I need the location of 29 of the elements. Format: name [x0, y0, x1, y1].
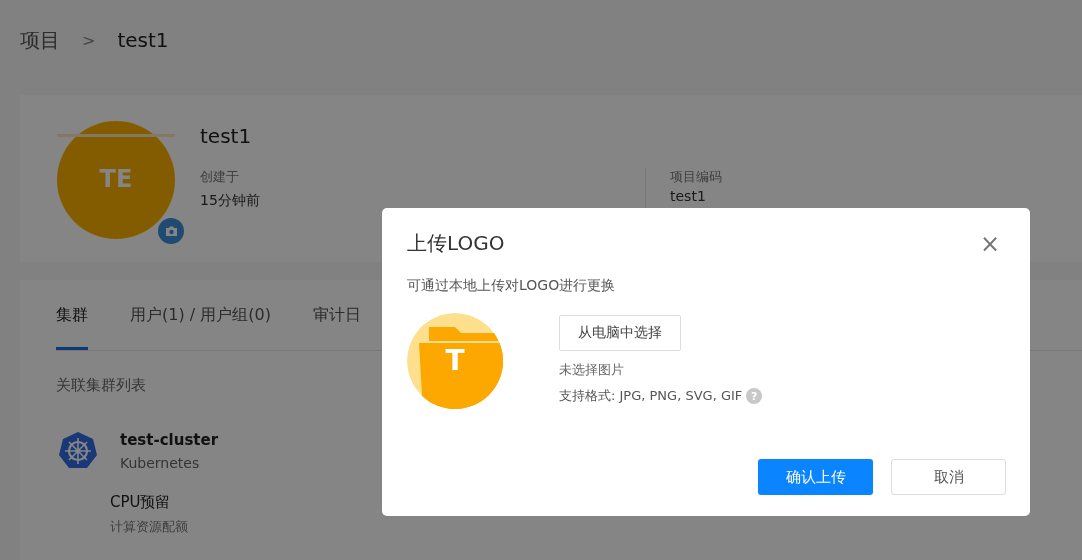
tab[interactable]: 集群	[56, 280, 88, 350]
camera-button[interactable]	[158, 218, 184, 244]
code-label: 项目编码	[670, 168, 722, 186]
tab[interactable]: 审计日	[312, 280, 361, 350]
breadcrumb-link[interactable]: 项目	[20, 26, 60, 54]
choose-file-button[interactable]: 从电脑中选择	[559, 315, 681, 351]
breadcrumb-separator: >	[82, 30, 96, 50]
tab[interactable]: 用户(1) / 用户组(0)	[130, 280, 271, 350]
dialog-description: 可通过本地上传对LOGO进行更换	[407, 277, 617, 295]
project-avatar: TE	[57, 121, 175, 239]
file-status: 未选择图片	[559, 361, 625, 379]
camera-icon	[164, 225, 178, 237]
quota-subtitle: 计算资源配额	[110, 518, 189, 536]
breadcrumb-current: test1	[117, 28, 169, 52]
quota-title: CPU预留	[110, 493, 172, 512]
code-value: test1	[670, 188, 707, 204]
cancel-button[interactable]: 取消	[891, 459, 1006, 495]
close-button[interactable]: ×	[973, 231, 1006, 256]
confirm-button[interactable]: 确认上传	[758, 459, 873, 495]
created-value: 15分钟前	[200, 192, 261, 210]
dialog-title: 上传LOGO	[407, 230, 505, 257]
helm-wheel-icon	[58, 431, 98, 471]
cluster-name: test-cluster	[120, 431, 219, 449]
supported-formats: 支持格式: JPG, PNG, SVG, GIF	[559, 387, 743, 405]
section-title: 关联集群列表	[56, 376, 147, 395]
created-label: 创建于	[200, 168, 240, 186]
cluster-type: Kubernetes	[120, 455, 201, 471]
project-name: test1	[200, 124, 253, 148]
logo-preview: T	[407, 313, 503, 409]
